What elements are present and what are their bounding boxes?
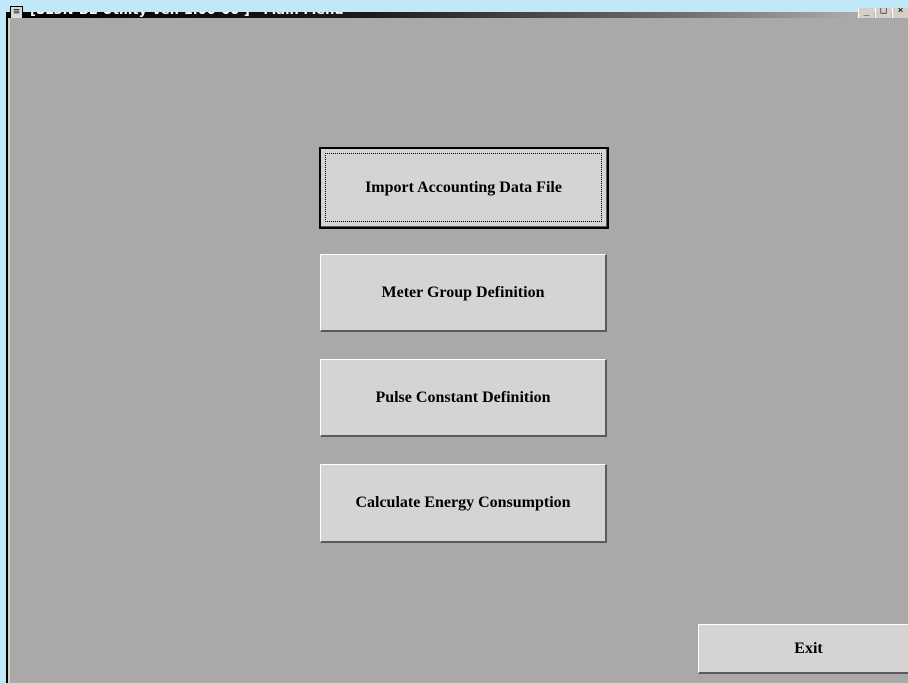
calculate-button-label: Calculate Energy Consumption bbox=[355, 494, 571, 511]
meter-group-definition-button[interactable]: Meter Group Definition bbox=[320, 254, 607, 332]
client-area: Import Accounting Data File Meter Group … bbox=[8, 18, 908, 683]
pulse-constant-button-label: Pulse Constant Definition bbox=[375, 388, 551, 406]
exit-button[interactable]: Exit bbox=[698, 624, 908, 674]
focus-indicator bbox=[325, 153, 602, 222]
exit-button-label: Exit bbox=[794, 639, 823, 657]
import-accounting-data-file-button[interactable]: Import Accounting Data File bbox=[319, 147, 609, 229]
meter-group-button-label: Meter Group Definition bbox=[381, 283, 545, 301]
pulse-constant-definition-button[interactable]: Pulse Constant Definition bbox=[320, 359, 607, 437]
main-menu-window: ≡ [SL3N-BE Utility Ver. 1.00-00 ] Main M… bbox=[0, 0, 908, 683]
calculate-energy-consumption-button[interactable]: Calculate Energy Consumption bbox=[320, 464, 607, 543]
window-title: [SL3N-BE Utility Ver. 1.00-00 ] Main Men… bbox=[30, 3, 344, 18]
